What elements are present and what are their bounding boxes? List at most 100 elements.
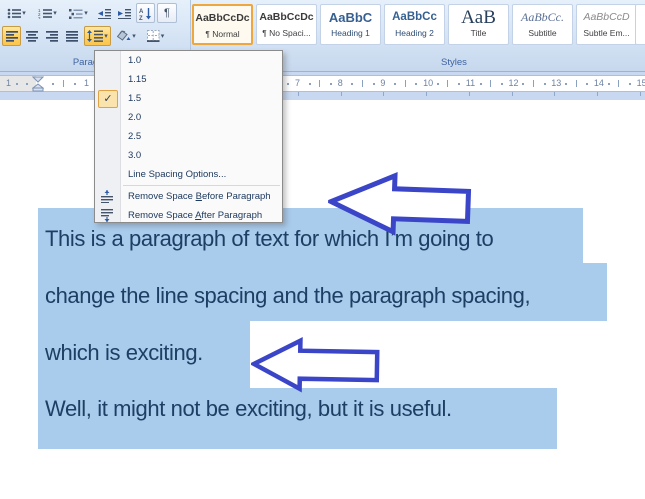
ruler-number: 11 bbox=[466, 78, 475, 88]
chevron-down-icon: ▾ bbox=[84, 10, 88, 17]
style-chip-emphasis[interactable]: AaB Emp... bbox=[635, 4, 645, 45]
ruler-tick bbox=[319, 80, 320, 87]
ruler-tick bbox=[480, 83, 482, 85]
remove-space-before-icon bbox=[100, 190, 114, 203]
style-chip-heading2[interactable]: AaBbCc Heading 2 bbox=[384, 4, 445, 45]
ruler-number: 8 bbox=[338, 78, 343, 88]
style-label: Subtitle bbox=[513, 28, 572, 38]
left-arrow-annotation-1 bbox=[327, 170, 473, 241]
ruler-number: 1 bbox=[84, 78, 89, 88]
ruler-tick bbox=[63, 80, 64, 87]
style-sample: AaBbCc bbox=[385, 5, 444, 28]
numbering-icon: 1 2 3 bbox=[38, 8, 52, 19]
increase-indent-button[interactable] bbox=[115, 3, 134, 23]
menu-item-2-5[interactable]: 2.5 bbox=[95, 127, 282, 146]
style-sample: AaBbCc. bbox=[513, 5, 572, 28]
menu-item-2-0[interactable]: 2.0 bbox=[95, 108, 282, 127]
shading-button[interactable]: ▾ bbox=[113, 26, 140, 46]
style-sample: AaB bbox=[449, 5, 508, 28]
align-left-icon bbox=[6, 31, 18, 42]
numbering-button[interactable]: 1 2 3 ▾ bbox=[33, 3, 62, 23]
style-sample: AaBbCcD bbox=[577, 5, 636, 28]
svg-text:Z: Z bbox=[139, 16, 143, 20]
style-sample: AaBbC bbox=[321, 5, 380, 28]
ruler-tick bbox=[640, 92, 641, 96]
align-center-button[interactable] bbox=[22, 26, 41, 46]
style-label: ¶ Normal bbox=[194, 29, 251, 39]
menu-item-line-spacing-options[interactable]: Line Spacing Options... bbox=[95, 165, 282, 184]
ruler-tick bbox=[52, 83, 54, 85]
style-label: Title bbox=[449, 28, 508, 38]
ruler-number: 9 bbox=[380, 78, 385, 88]
ruler-tick bbox=[415, 83, 417, 85]
align-right-button[interactable] bbox=[42, 26, 61, 46]
borders-button[interactable]: ▾ bbox=[142, 26, 169, 46]
style-sample: AaBbCcDc bbox=[194, 6, 251, 29]
ruler-tick bbox=[426, 92, 427, 96]
menu-item-1-0[interactable]: 1.0 bbox=[95, 51, 282, 70]
ruler-tick bbox=[437, 83, 439, 85]
ruler-tick bbox=[533, 80, 534, 87]
ruler-tick bbox=[394, 83, 396, 85]
style-chip-subtitle[interactable]: AaBbCc. Subtitle bbox=[512, 4, 573, 45]
ruler-tick bbox=[26, 83, 28, 85]
chevron-down-icon: ▾ bbox=[22, 10, 26, 17]
sort-button[interactable]: A Z bbox=[136, 3, 155, 23]
ruler-tick bbox=[629, 83, 631, 85]
line-spacing-icon bbox=[87, 30, 103, 42]
bullets-button[interactable]: ▾ bbox=[2, 3, 31, 23]
document-line: which is exciting. bbox=[45, 340, 203, 366]
ruler-tick bbox=[608, 83, 610, 85]
style-chip-title[interactable]: AaB Title bbox=[448, 4, 509, 45]
menu-item-1-15[interactable]: 1.15 bbox=[95, 70, 282, 89]
chevron-down-icon: ▾ bbox=[161, 33, 165, 40]
pilcrow-icon: ¶ bbox=[164, 7, 170, 19]
document-line: change the line spacing and the paragrap… bbox=[45, 283, 530, 309]
ruler-number: 14 bbox=[594, 78, 604, 88]
chevron-down-icon: ▾ bbox=[104, 33, 108, 40]
style-chip-normal[interactable]: AaBbCcDc ¶ Normal bbox=[192, 4, 253, 45]
ruler-tick bbox=[576, 80, 577, 87]
svg-text:A: A bbox=[139, 9, 144, 15]
shading-icon bbox=[117, 30, 131, 42]
ruler-tick bbox=[309, 83, 311, 85]
ruler-tick bbox=[490, 80, 491, 87]
multilevel-list-icon bbox=[69, 8, 83, 19]
ruler-tick bbox=[522, 83, 524, 85]
multilevel-list-button[interactable]: ▾ bbox=[64, 3, 93, 23]
ruler-tick bbox=[405, 80, 406, 87]
ruler-tick bbox=[298, 92, 299, 96]
ruler-tick bbox=[383, 92, 384, 96]
left-arrow-annotation-2 bbox=[251, 336, 382, 395]
style-chip-heading1[interactable]: AaBbC Heading 1 bbox=[320, 4, 381, 45]
menu-separator bbox=[123, 185, 280, 186]
ruler-tick bbox=[74, 83, 76, 85]
line-spacing-button[interactable]: ▾ bbox=[84, 26, 111, 46]
ruler-tick bbox=[341, 92, 342, 96]
ruler-tick bbox=[501, 83, 503, 85]
style-label: Emp... bbox=[636, 28, 645, 38]
style-label: Heading 1 bbox=[321, 28, 380, 38]
ruler-tick bbox=[586, 83, 588, 85]
ruler-tick bbox=[458, 83, 460, 85]
increase-indent-icon bbox=[118, 8, 131, 19]
decrease-indent-button[interactable] bbox=[95, 3, 114, 23]
menu-item-remove-space-after[interactable]: Remove Space After Paragraph bbox=[95, 206, 282, 225]
indent-marker-icon[interactable] bbox=[32, 76, 44, 92]
align-left-button[interactable] bbox=[2, 26, 21, 46]
menu-item-1-5[interactable]: ✓ 1.5 bbox=[95, 89, 282, 108]
style-chip-no-spacing[interactable]: AaBbCcDc ¶ No Spaci... bbox=[256, 4, 317, 45]
ruler-tick bbox=[554, 92, 555, 96]
menu-item-remove-space-before[interactable]: Remove Space Before Paragraph bbox=[95, 187, 282, 206]
ruler-tick bbox=[447, 80, 448, 87]
style-label: Subtle Em... bbox=[577, 28, 636, 38]
style-chip-subtle-emphasis[interactable]: AaBbCcD Subtle Em... bbox=[576, 4, 637, 45]
menu-item-3-0[interactable]: 3.0 bbox=[95, 146, 282, 165]
justify-button[interactable] bbox=[62, 26, 81, 46]
show-hide-button[interactable]: ¶ bbox=[157, 3, 177, 23]
ruler-tick bbox=[618, 80, 619, 87]
ruler-tick bbox=[512, 92, 513, 96]
bullets-icon bbox=[7, 8, 21, 19]
ruler-tick bbox=[565, 83, 567, 85]
borders-icon bbox=[147, 30, 160, 42]
